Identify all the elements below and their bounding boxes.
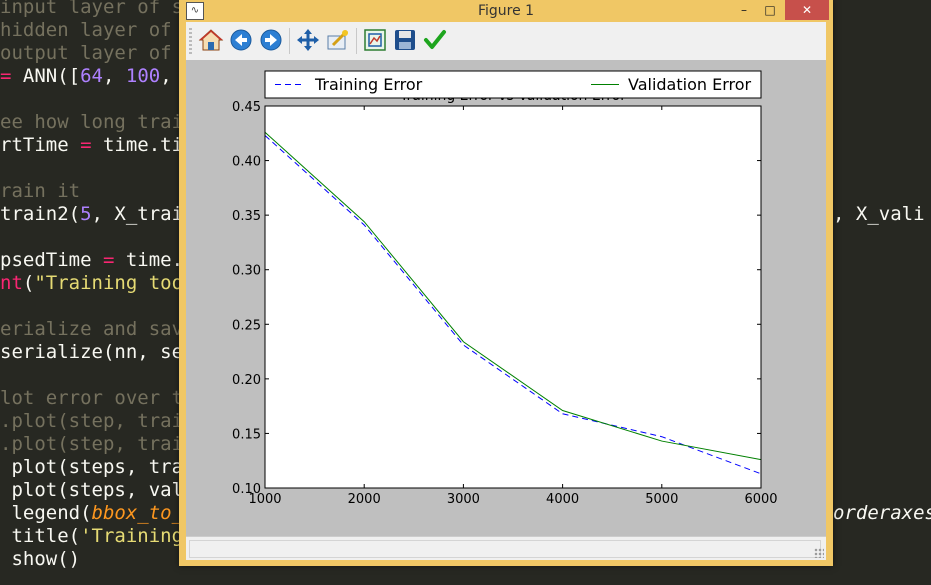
navigation-toolbar — [186, 22, 826, 60]
x-tick-label: 5000 — [645, 492, 678, 507]
code-token: nt — [0, 272, 23, 294]
y-tick-label: 0.10 — [232, 482, 261, 497]
code-token: = — [80, 134, 92, 156]
edit-checkmark-icon — [424, 30, 446, 49]
code-line: serialize(nn, ser — [0, 341, 194, 364]
edit-parameters-button[interactable] — [422, 27, 448, 53]
code-token: input layer of s — [0, 0, 184, 18]
pan-move-icon — [297, 29, 319, 51]
code-fragment: orderaxesp — [833, 502, 931, 524]
pan-button[interactable] — [295, 27, 321, 53]
code-line: output layer of — [0, 42, 183, 65]
zoom-button[interactable] — [325, 27, 351, 53]
code-token: lot error over ti — [0, 387, 195, 409]
code-token: .plot(step, trai — [0, 410, 184, 432]
code-line: title('Training — [0, 525, 183, 548]
title-bar[interactable]: ∿ Figure 1 – □ ✕ — [179, 0, 833, 22]
figure-canvas[interactable]: Training Error vs Validation Error100020… — [186, 60, 826, 536]
minimize-button[interactable]: – — [731, 0, 757, 20]
toolbar-separator — [356, 28, 357, 54]
x-tick-label: 4000 — [546, 492, 579, 507]
chart-svg[interactable]: Training Error vs Validation Error100020… — [186, 60, 826, 536]
y-tick-label: 0.35 — [232, 209, 261, 224]
save-button[interactable] — [392, 27, 418, 53]
y-tick-label: 0.30 — [232, 264, 261, 279]
code-token: = — [0, 65, 23, 87]
maximize-button[interactable]: □ — [757, 0, 783, 20]
code-token: 'Training — [80, 525, 184, 547]
code-token: 100 — [125, 65, 161, 87]
back-arrow-icon — [230, 29, 252, 51]
figure-window: ∿ Figure 1 – □ ✕ 1000 2000 3000 4000 500… — [179, 0, 833, 566]
code-token: ANN([ — [22, 65, 81, 87]
home-button[interactable] — [198, 27, 224, 53]
code-line: lot error over ti — [0, 387, 194, 410]
home-icon — [198, 29, 224, 51]
close-button[interactable]: ✕ — [785, 0, 829, 20]
code-token: "Training took — [34, 272, 195, 294]
x-tick-label: 3000 — [447, 492, 480, 507]
status-message-field — [189, 540, 821, 558]
subplots-config-icon — [364, 29, 386, 51]
figure-client: Training Error vs Validation Error100020… — [186, 22, 826, 560]
code-line: input layer of s — [0, 0, 183, 19]
code-token: psedTime — [0, 249, 103, 271]
toolbar-grip[interactable] — [189, 28, 192, 54]
code-token: ee how long train — [0, 111, 195, 133]
legend-label-validation: Validation Error — [628, 75, 752, 94]
y-tick-label: 0.15 — [232, 427, 261, 442]
code-token: = — [102, 249, 115, 271]
code-line: hidden layer of — [0, 19, 183, 42]
code-token: plot(steps, vali — [0, 479, 195, 501]
code-fragment: , X_vali — [833, 203, 925, 225]
code-token: 5 — [80, 203, 92, 225]
plot-area — [265, 106, 761, 488]
x-tick-label: 2000 — [348, 492, 381, 507]
code-line: ee how long train — [0, 111, 194, 134]
code-line: = ANN([64, 100, 1 — [0, 65, 195, 88]
code-token: serialize(nn, ser — [0, 341, 195, 363]
forward-arrow-icon — [260, 29, 282, 51]
legend-label-training: Training Error — [314, 75, 423, 94]
subplots-button[interactable] — [362, 27, 388, 53]
code-token: train2( — [0, 203, 81, 225]
code-line: erialize and save — [0, 318, 194, 341]
code-line: plot(steps, trai — [0, 456, 194, 479]
code-line: rain it — [0, 180, 80, 203]
code-token: title( — [0, 525, 81, 547]
y-tick-label: 0.45 — [232, 100, 261, 115]
resize-grip[interactable] — [814, 548, 824, 558]
zoom-rect-icon — [327, 29, 349, 50]
x-tick-label: 6000 — [744, 492, 777, 507]
code-token: , — [102, 65, 126, 87]
back-button[interactable] — [228, 27, 254, 53]
code-line: rtTime = time.tim — [0, 134, 194, 157]
code-token: .plot(step, trai — [0, 433, 184, 455]
code-line: show() — [0, 548, 80, 571]
code-line: nt("Training took — [0, 272, 195, 295]
code-token: 64 — [80, 65, 103, 87]
code-line: .plot(step, trai — [0, 410, 183, 433]
code-line: psedTime = time.t — [0, 249, 194, 272]
code-token: erialize and save — [0, 318, 195, 340]
code-line: train2(5, X_train — [0, 203, 194, 226]
code-token: legend( — [0, 502, 92, 524]
y-tick-label: 0.20 — [232, 373, 261, 388]
code-token: show() — [0, 548, 81, 570]
y-tick-label: 0.25 — [232, 318, 261, 333]
code-token: hidden layer of — [0, 19, 184, 41]
code-token: rtTime — [0, 134, 81, 156]
code-line: legend(bbox_to_a — [0, 502, 194, 525]
status-bar — [186, 536, 826, 560]
save-floppy-icon — [395, 30, 415, 50]
code-token: output layer of — [0, 42, 184, 64]
code-token: plot(steps, trai — [0, 456, 195, 478]
toolbar-separator — [289, 28, 290, 54]
code-line: .plot(step, trai — [0, 433, 183, 456]
code-token: rain it — [0, 180, 81, 202]
code-line: plot(steps, vali — [0, 479, 194, 502]
code-token: ( — [22, 272, 35, 294]
y-tick-label: 0.40 — [232, 155, 261, 170]
forward-button[interactable] — [258, 27, 284, 53]
